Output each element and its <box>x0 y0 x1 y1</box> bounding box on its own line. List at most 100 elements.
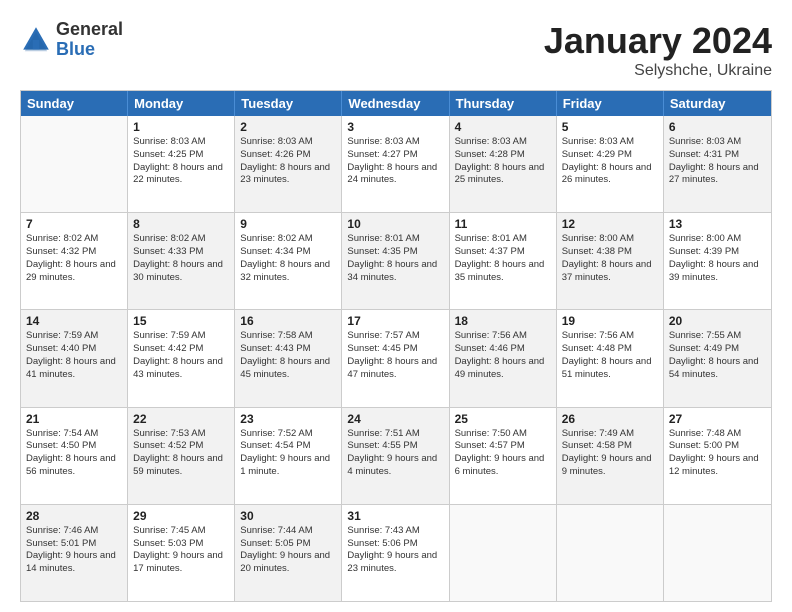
calendar-cell <box>664 505 771 601</box>
calendar-cell: 26 Sunrise: 7:49 AM Sunset: 4:58 PM Dayli… <box>557 408 664 504</box>
cell-text: Sunrise: 7:52 AM Sunset: 4:54 PM Dayligh… <box>240 428 336 479</box>
cell-text: Sunrise: 8:01 AM Sunset: 4:35 PM Dayligh… <box>347 233 443 284</box>
logo-general: General <box>56 20 123 40</box>
calendar-cell: 18Sunrise: 7:56 AM Sunset: 4:46 PM Dayli… <box>450 310 557 406</box>
month-title: January 2024 <box>544 20 772 62</box>
day-number: 25 <box>455 412 551 426</box>
header-cell-saturday: Saturday <box>664 91 771 116</box>
calendar-cell: 28 Sunrise: 7:46 AM Sunset: 5:01 PM Dayli… <box>21 505 128 601</box>
cell-text: Sunrise: 7:59 AM Sunset: 4:40 PM Dayligh… <box>26 330 122 381</box>
day-number: 31 <box>347 509 443 523</box>
logo-blue: Blue <box>56 40 123 60</box>
logo-icon <box>20 24 52 56</box>
calendar-cell: 6 Sunrise: 8:03 AM Sunset: 4:31 PM Daylig… <box>664 116 771 212</box>
calendar: SundayMondayTuesdayWednesdayThursdayFrid… <box>20 90 772 602</box>
cell-text: Sunrise: 7:58 AM Sunset: 4:43 PM Dayligh… <box>240 330 336 381</box>
calendar-row-3: 21Sunrise: 7:54 AM Sunset: 4:50 PM Dayli… <box>21 407 771 504</box>
day-number: 12 <box>562 217 658 231</box>
cell-text: Sunrise: 7:49 AM Sunset: 4:58 PM Dayligh… <box>562 428 658 479</box>
day-number: 26 <box>562 412 658 426</box>
calendar-cell: 23 Sunrise: 7:52 AM Sunset: 4:54 PM Dayli… <box>235 408 342 504</box>
calendar-cell: 16 Sunrise: 7:58 AM Sunset: 4:43 PM Dayli… <box>235 310 342 406</box>
calendar-cell: 8 Sunrise: 8:02 AM Sunset: 4:33 PM Daylig… <box>128 213 235 309</box>
calendar-cell: 25 Sunrise: 7:50 AM Sunset: 4:57 PM Dayli… <box>450 408 557 504</box>
calendar-cell: 29 Sunrise: 7:45 AM Sunset: 5:03 PM Dayli… <box>128 505 235 601</box>
cell-text: Sunrise: 7:48 AM Sunset: 5:00 PM Dayligh… <box>669 428 766 479</box>
cell-text: Sunrise: 8:00 AM Sunset: 4:38 PM Dayligh… <box>562 233 658 284</box>
day-number: 2 <box>240 120 336 134</box>
day-number: 1 <box>133 120 229 134</box>
cell-text: Sunrise: 7:56 AM Sunset: 4:48 PM Dayligh… <box>562 330 658 381</box>
calendar-cell: 12 Sunrise: 8:00 AM Sunset: 4:38 PM Dayli… <box>557 213 664 309</box>
calendar-cell: 5Sunrise: 8:03 AM Sunset: 4:29 PM Daylig… <box>557 116 664 212</box>
day-number: 10 <box>347 217 443 231</box>
calendar-row-1: 7 Sunrise: 8:02 AM Sunset: 4:32 PM Daylig… <box>21 212 771 309</box>
day-number: 29 <box>133 509 229 523</box>
cell-text: Sunrise: 7:43 AM Sunset: 5:06 PM Dayligh… <box>347 525 443 576</box>
cell-text: Sunrise: 8:00 AM Sunset: 4:39 PM Dayligh… <box>669 233 766 284</box>
day-number: 17 <box>347 314 443 328</box>
cell-text: Sunrise: 8:02 AM Sunset: 4:33 PM Dayligh… <box>133 233 229 284</box>
day-number: 16 <box>240 314 336 328</box>
day-number: 23 <box>240 412 336 426</box>
cell-text: Sunrise: 8:03 AM Sunset: 4:29 PM Dayligh… <box>562 136 658 187</box>
calendar-row-0: 1Sunrise: 8:03 AM Sunset: 4:25 PM Daylig… <box>21 116 771 212</box>
calendar-cell: 20 Sunrise: 7:55 AM Sunset: 4:49 PM Dayli… <box>664 310 771 406</box>
calendar-cell <box>450 505 557 601</box>
calendar-cell: 7 Sunrise: 8:02 AM Sunset: 4:32 PM Daylig… <box>21 213 128 309</box>
day-number: 14 <box>26 314 122 328</box>
calendar-cell: 24Sunrise: 7:51 AM Sunset: 4:55 PM Dayli… <box>342 408 449 504</box>
day-number: 18 <box>455 314 551 328</box>
day-number: 28 <box>26 509 122 523</box>
header-cell-wednesday: Wednesday <box>342 91 449 116</box>
calendar-cell: 9Sunrise: 8:02 AM Sunset: 4:34 PM Daylig… <box>235 213 342 309</box>
day-number: 20 <box>669 314 766 328</box>
cell-text: Sunrise: 8:03 AM Sunset: 4:26 PM Dayligh… <box>240 136 336 187</box>
page: General Blue January 2024 Selyshche, Ukr… <box>0 0 792 612</box>
cell-text: Sunrise: 8:03 AM Sunset: 4:27 PM Dayligh… <box>347 136 443 187</box>
calendar-cell: 10 Sunrise: 8:01 AM Sunset: 4:35 PM Dayli… <box>342 213 449 309</box>
calendar-cell: 3 Sunrise: 8:03 AM Sunset: 4:27 PM Daylig… <box>342 116 449 212</box>
day-number: 27 <box>669 412 766 426</box>
cell-text: Sunrise: 7:46 AM Sunset: 5:01 PM Dayligh… <box>26 525 122 576</box>
cell-text: Sunrise: 8:02 AM Sunset: 4:32 PM Dayligh… <box>26 233 122 284</box>
calendar-row-2: 14 Sunrise: 7:59 AM Sunset: 4:40 PM Dayli… <box>21 309 771 406</box>
logo-text: General Blue <box>56 20 123 60</box>
calendar-cell: 31 Sunrise: 7:43 AM Sunset: 5:06 PM Dayli… <box>342 505 449 601</box>
title-block: January 2024 Selyshche, Ukraine <box>544 20 772 80</box>
subtitle: Selyshche, Ukraine <box>544 62 772 80</box>
cell-text: Sunrise: 7:53 AM Sunset: 4:52 PM Dayligh… <box>133 428 229 479</box>
logo: General Blue <box>20 20 123 60</box>
day-number: 6 <box>669 120 766 134</box>
day-number: 19 <box>562 314 658 328</box>
calendar-cell: 15 Sunrise: 7:59 AM Sunset: 4:42 PM Dayli… <box>128 310 235 406</box>
day-number: 3 <box>347 120 443 134</box>
day-number: 15 <box>133 314 229 328</box>
calendar-cell: 13 Sunrise: 8:00 AM Sunset: 4:39 PM Dayli… <box>664 213 771 309</box>
header-cell-monday: Monday <box>128 91 235 116</box>
cell-text: Sunrise: 7:44 AM Sunset: 5:05 PM Dayligh… <box>240 525 336 576</box>
day-number: 13 <box>669 217 766 231</box>
calendar-cell: 22 Sunrise: 7:53 AM Sunset: 4:52 PM Dayli… <box>128 408 235 504</box>
cell-text: Sunrise: 7:54 AM Sunset: 4:50 PM Dayligh… <box>26 428 122 479</box>
header-cell-tuesday: Tuesday <box>235 91 342 116</box>
calendar-body: 1Sunrise: 8:03 AM Sunset: 4:25 PM Daylig… <box>21 116 771 601</box>
cell-text: Sunrise: 7:55 AM Sunset: 4:49 PM Dayligh… <box>669 330 766 381</box>
day-number: 8 <box>133 217 229 231</box>
calendar-header-row: SundayMondayTuesdayWednesdayThursdayFrid… <box>21 91 771 116</box>
header-cell-thursday: Thursday <box>450 91 557 116</box>
calendar-cell: 14 Sunrise: 7:59 AM Sunset: 4:40 PM Dayli… <box>21 310 128 406</box>
day-number: 7 <box>26 217 122 231</box>
cell-text: Sunrise: 7:50 AM Sunset: 4:57 PM Dayligh… <box>455 428 551 479</box>
calendar-cell <box>557 505 664 601</box>
day-number: 22 <box>133 412 229 426</box>
cell-text: Sunrise: 8:01 AM Sunset: 4:37 PM Dayligh… <box>455 233 551 284</box>
calendar-cell: 17Sunrise: 7:57 AM Sunset: 4:45 PM Dayli… <box>342 310 449 406</box>
cell-text: Sunrise: 8:03 AM Sunset: 4:31 PM Dayligh… <box>669 136 766 187</box>
calendar-cell <box>21 116 128 212</box>
calendar-cell: 21Sunrise: 7:54 AM Sunset: 4:50 PM Dayli… <box>21 408 128 504</box>
calendar-cell: 4Sunrise: 8:03 AM Sunset: 4:28 PM Daylig… <box>450 116 557 212</box>
cell-text: Sunrise: 7:45 AM Sunset: 5:03 PM Dayligh… <box>133 525 229 576</box>
cell-text: Sunrise: 7:59 AM Sunset: 4:42 PM Dayligh… <box>133 330 229 381</box>
calendar-cell: 11Sunrise: 8:01 AM Sunset: 4:37 PM Dayli… <box>450 213 557 309</box>
